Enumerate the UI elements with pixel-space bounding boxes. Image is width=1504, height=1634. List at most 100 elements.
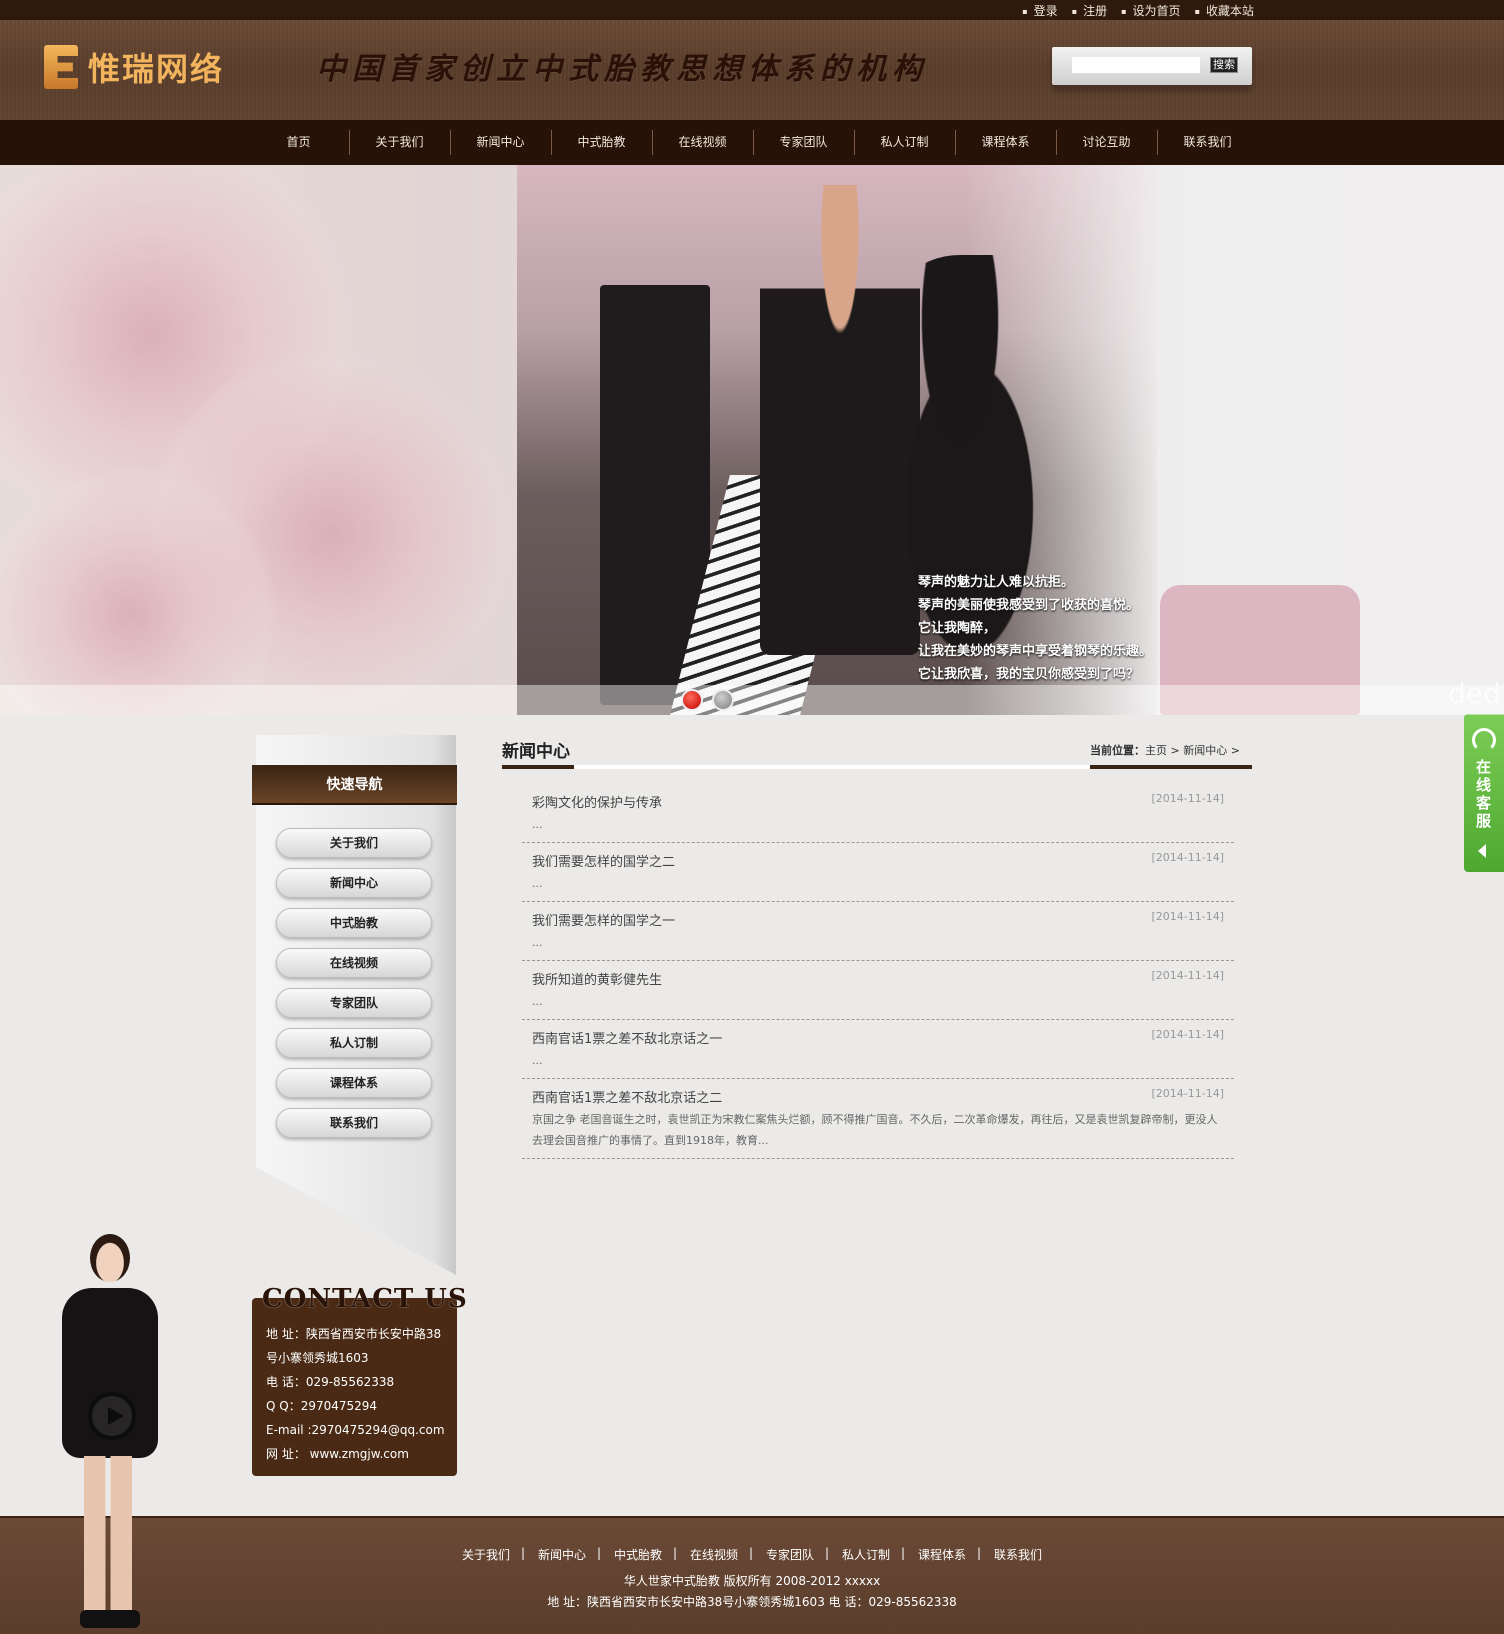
news-summary: ... — [532, 1054, 543, 1067]
news-title[interactable]: 西南官话1票之差不敌北京话之一 — [532, 1028, 722, 1047]
spokesperson-legs — [84, 1456, 132, 1616]
sidebar-item-contact[interactable]: 联系我们 — [276, 1108, 432, 1138]
title-divider-accent — [502, 765, 574, 769]
news-title[interactable]: 我们需要怎样的国学之二 — [532, 851, 675, 870]
footer-link-prenatal[interactable]: 中式胎教 — [597, 1546, 676, 1563]
news-item[interactable]: 我们需要怎样的国学之一 [2014-11-14] ... — [522, 902, 1234, 961]
sidebar-item-courses[interactable]: 课程体系 — [276, 1068, 432, 1098]
login-link[interactable]: 登录 — [1022, 2, 1058, 19]
nav-forum[interactable]: 讨论互助 — [1056, 120, 1157, 165]
collapse-arrow-icon[interactable] — [1478, 844, 1486, 858]
news-summary: ... — [532, 995, 543, 1008]
breadcrumb: 当前位置：主页 > 新闻中心 > — [1090, 742, 1240, 758]
logo-e-icon — [44, 45, 78, 89]
news-date: [2014-11-14] — [1151, 910, 1224, 923]
nav-prenatal[interactable]: 中式胎教 — [551, 120, 652, 165]
play-icon[interactable] — [88, 1392, 136, 1440]
footer-link-video[interactable]: 在线视频 — [673, 1546, 752, 1563]
footer-link-news[interactable]: 新闻中心 — [521, 1546, 600, 1563]
contact-website: 网 址： www.zmgjw.com — [266, 1447, 409, 1461]
banner-slider[interactable]: 琴声的魅力让人难以抗拒。 琴声的美丽使我感受到了收获的喜悦。 它让我陶醉， 让我… — [0, 165, 1504, 715]
news-date: [2014-11-14] — [1151, 1028, 1224, 1041]
logo[interactable]: 惟瑞网络 — [44, 44, 224, 90]
sidebar-item-news[interactable]: 新闻中心 — [276, 868, 432, 898]
search-box: 搜索 — [1052, 47, 1252, 85]
footer-links: 关于我们 新闻中心 中式胎教 在线视频 专家团队 私人订制 课程体系 联系我们 — [0, 1546, 1504, 1563]
sidebar-item-about[interactable]: 关于我们 — [276, 828, 432, 858]
register-link[interactable]: 注册 — [1072, 2, 1107, 19]
contact-title: CONTACT US — [262, 1284, 468, 1314]
sidebar-item-video[interactable]: 在线视频 — [276, 948, 432, 978]
set-homepage-link[interactable]: 设为首页 — [1121, 2, 1181, 19]
news-summary: ... — [532, 936, 543, 949]
contact-address-cont: 号小寨领秀城1603 — [266, 1351, 369, 1365]
footer-copyright: 华人世家中式胎教 版权所有 2008-2012 xxxxx — [623, 1574, 881, 1588]
news-summary: ... — [532, 818, 543, 831]
nav-about[interactable]: 关于我们 — [349, 120, 450, 165]
news-title[interactable]: 西南官话1票之差不敌北京话之二 — [532, 1087, 722, 1106]
slide-dot-2[interactable] — [712, 689, 734, 711]
news-summary: ... — [532, 877, 543, 890]
contact-phone: 电 话：029-85562338 — [266, 1375, 395, 1389]
sidebar-item-custom[interactable]: 私人订制 — [276, 1028, 432, 1058]
news-date: [2014-11-14] — [1151, 792, 1224, 805]
news-item[interactable]: 西南官话1票之差不敌北京话之二 [2014-11-14] 京国之争 老国音诞生之… — [522, 1079, 1234, 1159]
quick-nav-title: 快速导航 — [252, 765, 457, 805]
news-title[interactable]: 我们需要怎样的国学之一 — [532, 910, 675, 929]
footer-address: 地 址：陕西省西安市长安中路38号小寨领秀城1603 电 话：029-85562… — [547, 1595, 957, 1609]
spokesperson-head — [90, 1234, 130, 1282]
top-links: 登录 注册 设为首页 收藏本站 — [1022, 2, 1254, 19]
title-divider-accent — [1090, 765, 1252, 769]
slogan: 中国首家创立中式胎教思想体系的机构 — [316, 52, 928, 87]
news-summary: 京国之争 老国音诞生之时，袁世凯正为宋教仁案焦头烂额，顾不得推广国音。不久后，二… — [532, 1113, 1218, 1147]
contact-email: E-mail :2970475294@qq.com — [266, 1423, 445, 1437]
banner-caption-line: 让我在美妙的琴声中享受着钢琴的乐趣。 — [918, 644, 1153, 659]
sidebar-item-experts[interactable]: 专家团队 — [276, 988, 432, 1018]
contact-info: 地 址：陕西省西安市长安中路38 号小寨领秀城1603 电 话：029-8556… — [266, 1322, 452, 1466]
top-bar: 登录 注册 设为首页 收藏本站 — [0, 0, 1504, 20]
nav-courses[interactable]: 课程体系 — [955, 120, 1056, 165]
contact-address: 地 址：陕西省西安市长安中路38 — [266, 1327, 442, 1341]
online-service-tab[interactable]: 在线客服 — [1464, 714, 1504, 872]
banner-watermark: ded — [1448, 677, 1501, 710]
nav-contact[interactable]: 联系我们 — [1157, 120, 1258, 165]
chat-icon — [1472, 728, 1496, 752]
nav-home[interactable]: 首页 — [248, 120, 349, 165]
breadcrumb-current[interactable]: 新闻中心 — [1183, 744, 1227, 757]
footer-link-about[interactable]: 关于我们 — [448, 1546, 524, 1563]
news-item[interactable]: 我所知道的黄彰健先生 [2014-11-14] ... — [522, 961, 1234, 1020]
news-item[interactable]: 彩陶文化的保护与传承 [2014-11-14] ... — [522, 784, 1234, 843]
footer-link-experts[interactable]: 专家团队 — [749, 1546, 828, 1563]
nav-news[interactable]: 新闻中心 — [450, 120, 551, 165]
footer-link-courses[interactable]: 课程体系 — [901, 1546, 980, 1563]
footer-link-custom[interactable]: 私人订制 — [825, 1546, 904, 1563]
footer: 关于我们 新闻中心 中式胎教 在线视频 专家团队 私人订制 课程体系 联系我们 … — [0, 1516, 1504, 1634]
news-item[interactable]: 西南官话1票之差不敌北京话之一 [2014-11-14] ... — [522, 1020, 1234, 1079]
banner-caption-line: 琴声的魅力让人难以抗拒。 — [918, 575, 1075, 590]
nav-experts[interactable]: 专家团队 — [753, 120, 854, 165]
header: 惟瑞网络 中国首家创立中式胎教思想体系的机构 搜索 — [0, 20, 1504, 120]
logo-text: 惟瑞网络 — [88, 50, 225, 88]
breadcrumb-sep: > — [1170, 744, 1180, 757]
news-item[interactable]: 我们需要怎样的国学之二 [2014-11-14] ... — [522, 843, 1234, 902]
bookmark-link[interactable]: 收藏本站 — [1195, 2, 1254, 19]
news-date: [2014-11-14] — [1151, 851, 1224, 864]
footer-link-contact[interactable]: 联系我们 — [977, 1546, 1056, 1563]
nav-video[interactable]: 在线视频 — [652, 120, 753, 165]
news-date: [2014-11-14] — [1151, 969, 1224, 982]
contact-qq: Q Q：2970475294 — [266, 1399, 378, 1413]
nav-custom[interactable]: 私人订制 — [854, 120, 955, 165]
news-date: [2014-11-14] — [1151, 1087, 1224, 1100]
banner-caption-line: 它让我陶醉， — [918, 621, 997, 636]
search-button[interactable]: 搜索 — [1210, 57, 1238, 73]
search-input[interactable] — [1072, 57, 1200, 73]
breadcrumb-home[interactable]: 主页 — [1145, 744, 1167, 757]
sidebar-item-prenatal[interactable]: 中式胎教 — [276, 908, 432, 938]
banner-caption-line: 琴声的美丽使我感受到了收获的喜悦。 — [918, 598, 1140, 613]
news-title[interactable]: 我所知道的黄彰健先生 — [532, 969, 662, 988]
slide-dot-1[interactable] — [681, 689, 703, 711]
main-nav: 首页 关于我们 新闻中心 中式胎教 在线视频 专家团队 私人订制 课程体系 讨论… — [0, 120, 1504, 165]
spokesperson-image — [50, 1230, 170, 1634]
banner-caption: 琴声的魅力让人难以抗拒。 琴声的美丽使我感受到了收获的喜悦。 它让我陶醉， 让我… — [918, 571, 1152, 686]
news-title[interactable]: 彩陶文化的保护与传承 — [532, 792, 662, 811]
